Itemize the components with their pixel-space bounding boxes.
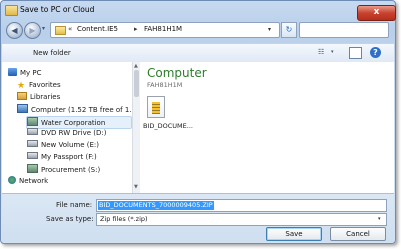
address-separator-icon[interactable]: ▸ [134,25,138,33]
pc-icon [8,68,17,76]
chevron-down-icon: ▾ [378,216,381,222]
window-title: Save to PC or Cloud [20,5,95,14]
scroll-down-icon[interactable]: ▼ [134,184,138,190]
navigation-pane: My PC ★ Favorites Libraries Computer (1.5… [2,62,132,193]
search-input[interactable] [299,22,389,38]
star-icon: ★ [17,81,26,91]
computer-icon [17,104,28,113]
library-icon [17,92,27,100]
file-name-value: BID_DOCUMENTS_7000009405.ZIP [98,201,214,210]
save-button[interactable]: Save [266,227,322,241]
save-type-label: Save as type: [46,215,94,223]
zip-file-icon[interactable] [147,96,165,118]
address-dropdown-icon[interactable]: ▾ [268,26,271,33]
file-item-label[interactable]: BID_DOCUME... [143,122,193,130]
navigation-bar: ◀ ▶ ▾ « Content.IE5 ▸ FAH81H1M ▾ ↻ [5,21,390,39]
zipper-icon [152,102,160,114]
forward-button[interactable]: ▶ [24,22,41,39]
new-folder-button[interactable]: New folder [33,49,71,57]
tree-item-my-pc[interactable]: My PC [8,68,118,79]
title-bar: Save to PC or Cloud x [5,4,396,21]
tree-item-libraries[interactable]: Libraries [17,92,117,103]
location-title: Computer [147,66,207,80]
address-segment-content-ie5[interactable]: Content.IE5 [77,25,118,33]
save-type-select[interactable]: Zip files (*.zip) ▾ [96,213,387,226]
file-name-field[interactable]: BID_DOCUMENTS_7000009405.ZIP [96,199,387,212]
network-drive-icon [27,164,38,173]
save-type-value: Zip files (*.zip) [100,215,148,223]
preview-pane-button[interactable] [349,47,362,59]
tree-item-favorites[interactable]: ★ Favorites [17,80,117,91]
close-button[interactable]: x [357,5,396,21]
network-drive-icon [27,117,38,126]
folder-icon [5,5,18,16]
scrollbar-thumb[interactable] [134,70,139,97]
toolbar: New folder ☷ ▾ ? [2,43,394,63]
address-bar[interactable]: « Content.IE5 ▸ FAH81H1M ▾ [50,22,280,38]
recent-locations-chevron-icon[interactable]: ▾ [42,25,45,32]
save-options-panel: File name: BID_DOCUMENTS_7000009405.ZIP … [2,193,394,242]
tree-item-procurement[interactable]: Procurement (S:) [27,164,131,175]
tree-item-my-passport[interactable]: My Passport (F:) [27,152,131,163]
back-button[interactable]: ◀ [6,22,23,39]
address-segment-fah81h1m[interactable]: FAH81H1M [144,25,182,33]
file-name-label: File name: [56,201,93,209]
tree-item-computer[interactable]: Computer (1.52 TB free of 1.81 TB) [17,104,131,115]
tree-item-new-volume[interactable]: New Volume (E:) [27,140,131,151]
drive-icon [27,152,38,159]
drive-icon [27,140,38,147]
network-icon [8,176,16,184]
tree-item-dvd-rw-drive[interactable]: DVD RW Drive (D:) [27,128,131,139]
navigation-scrollbar[interactable]: ▲ ▼ [132,62,140,193]
view-options-icon[interactable]: ☷ [318,48,324,56]
tree-item-network[interactable]: Network [8,176,118,187]
help-button[interactable]: ? [370,47,381,58]
location-subtitle: FAH81H1M [147,81,183,89]
cancel-button[interactable]: Cancel [330,227,386,241]
dvd-drive-icon [27,128,38,135]
scroll-up-icon[interactable]: ▲ [134,63,138,69]
folder-icon [55,26,66,35]
view-dropdown-icon[interactable]: ▾ [331,49,334,55]
file-list-pane: Computer FAH81H1M BID_DOCUME... [140,62,394,193]
save-dialog: Save to PC or Cloud x ◀ ▶ ▾ « Content.IE… [0,0,396,244]
refresh-button[interactable]: ↻ [281,22,297,38]
address-overflow[interactable]: « [68,25,72,33]
